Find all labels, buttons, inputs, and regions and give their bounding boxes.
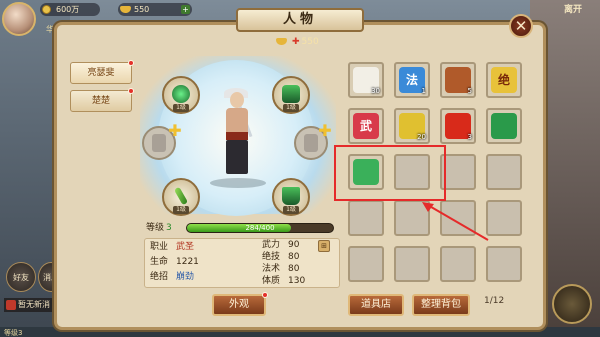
friends-button[interactable]: 好友 — [6, 262, 36, 292]
empty-slot-silhouette-icon — [152, 134, 166, 152]
add-gold-icon[interactable]: ✚ — [292, 36, 300, 48]
notification-dot — [128, 60, 134, 66]
silver-counter: 600万 — [40, 3, 100, 16]
ingot-amount: 550 — [134, 5, 150, 14]
gold-amount: 550 — [301, 37, 319, 47]
slot-level: 1级 — [173, 206, 189, 214]
sort-bag-button[interactable]: 整理背包 — [412, 294, 470, 316]
empty-slot-silhouette-icon — [304, 134, 318, 152]
level-label: 等级 — [146, 223, 165, 233]
silver-amount: 600万 — [56, 5, 80, 14]
item-count: 30 — [371, 87, 380, 95]
news-icon — [6, 300, 16, 310]
stats-panel — [144, 238, 340, 288]
inventory-slot-skill-book-jue[interactable]: 绝 — [486, 62, 522, 98]
inventory-slot-empty[interactable] — [486, 154, 522, 190]
item-count: 5 — [467, 87, 472, 95]
green-boots-icon — [282, 187, 300, 205]
item-count: 1 — [421, 87, 426, 95]
shop-button[interactable]: 道具店 — [348, 294, 404, 316]
add-ingot-button[interactable]: + — [181, 5, 190, 14]
skill-value[interactable]: 崩劲 — [176, 271, 194, 283]
tech-value: 80 — [288, 252, 300, 262]
tab-label: 亮瑟斐 — [87, 68, 115, 78]
hero-head — [230, 92, 244, 108]
hp-label: 生命 — [150, 257, 169, 267]
green-blade-icon — [173, 186, 189, 206]
stats-info-icon[interactable]: ⊞ — [318, 240, 330, 252]
level-value: 3 — [166, 223, 172, 233]
skill-book-wu-icon: 武 — [353, 113, 379, 139]
hero-legs — [226, 140, 248, 174]
green-glove-icon — [491, 113, 517, 139]
item-count: 3 — [467, 133, 472, 141]
equip-slot-armor[interactable]: 1级 — [272, 76, 310, 114]
equip-slot-weapon[interactable]: 1级 — [162, 178, 200, 216]
slot-level: 1级 — [283, 104, 299, 112]
item-glyph: 绝 — [497, 73, 510, 87]
equip-slot-necklace[interactable]: 1级 — [162, 76, 200, 114]
slot-level: 1级 — [173, 104, 189, 112]
item-glyph: 武 — [359, 119, 372, 133]
player-level-label: 华 — [46, 25, 54, 34]
force-label: 武力 — [262, 240, 281, 250]
bottom-level-text: 等级3 — [4, 329, 23, 337]
inventory-slot-gold-token[interactable]: 20 — [394, 108, 430, 144]
ingot-counter: 550 + — [118, 3, 192, 16]
tab-hero-2[interactable]: 楚楚 — [70, 88, 134, 112]
highlight-box — [334, 145, 446, 201]
bag-page-indicator: 1/12 — [484, 296, 505, 306]
notification-dot — [262, 292, 268, 298]
news-text: 暂无新消 — [18, 300, 50, 309]
jade-necklace-icon — [172, 85, 190, 103]
notification-dot — [128, 88, 134, 94]
job-label: 职业 — [150, 242, 169, 252]
magic-label: 法术 — [262, 264, 281, 274]
force-value: 90 — [288, 240, 300, 250]
inventory-slot-empty[interactable] — [486, 246, 522, 282]
hero-belt — [226, 132, 248, 140]
job-value: 武圣 — [176, 242, 195, 252]
gold-ingot-icon — [276, 38, 287, 45]
inventory-slot-empty[interactable] — [348, 200, 384, 236]
equip-slot-boots[interactable]: 1级 — [272, 178, 310, 216]
leave-label[interactable]: 离开 — [564, 2, 582, 15]
window-title: 人物 — [236, 8, 364, 32]
tab-hero-1[interactable]: 亮瑟斐 — [70, 60, 134, 84]
item-count: 20 — [417, 133, 426, 141]
magic-value: 80 — [288, 264, 300, 274]
green-armor-icon — [282, 85, 300, 103]
ingot-icon — [120, 6, 131, 13]
hp-value: 1221 — [176, 257, 199, 267]
main-menu-button[interactable] — [552, 284, 592, 324]
tech-label: 绝技 — [262, 252, 281, 262]
xp-text: 284/400 — [245, 224, 275, 232]
inventory-slot-skill-book-fa[interactable]: 法1 — [394, 62, 430, 98]
body-label: 体质 — [262, 276, 281, 286]
inventory-slot-bun[interactable]: 30 — [348, 62, 384, 98]
skill-label: 绝招 — [150, 272, 169, 282]
xp-bar: 284/400 — [186, 223, 334, 233]
tab-label: 楚楚 — [91, 96, 110, 106]
inventory-slot-meat[interactable]: 5 — [440, 62, 476, 98]
body-value: 130 — [288, 276, 306, 286]
add-equipment-icon[interactable]: ✚ — [168, 123, 182, 139]
player-avatar[interactable] — [2, 2, 36, 36]
silver-coin-icon — [42, 5, 51, 14]
inventory-slot-empty[interactable] — [348, 246, 384, 282]
inventory-slot-empty[interactable] — [486, 200, 522, 236]
skill-book-jue-icon: 绝 — [491, 67, 517, 93]
hero-figure — [218, 88, 258, 182]
pointer-arrow-icon — [422, 202, 489, 241]
inventory-slot-green-glove[interactable] — [486, 108, 522, 144]
appearance-button[interactable]: 外观 — [212, 294, 266, 316]
close-button[interactable]: ✕ — [509, 14, 533, 38]
inventory-slot-empty[interactable] — [394, 246, 430, 282]
gold-display: ✚ 550 — [276, 36, 319, 48]
add-equipment-icon[interactable]: ✚ — [318, 123, 332, 139]
inventory-slot-empty[interactable] — [440, 246, 476, 282]
inventory-slot-skill-book-wu[interactable]: 武 — [348, 108, 384, 144]
inventory-slot-gift-box[interactable]: 3 — [440, 108, 476, 144]
slot-level: 1级 — [283, 206, 299, 214]
